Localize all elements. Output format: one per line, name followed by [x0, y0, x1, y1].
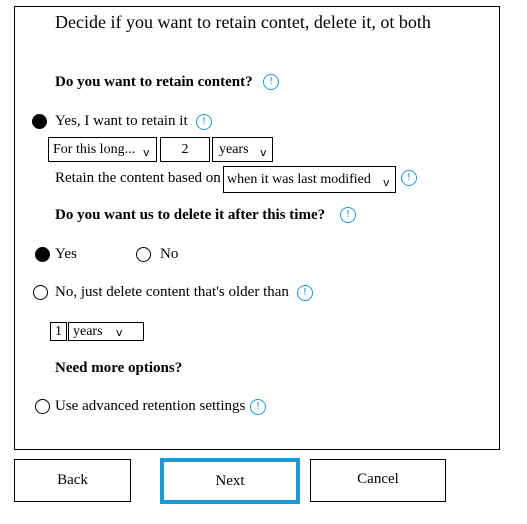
retain-unit-dropdown-value: years	[219, 142, 249, 157]
retain-period-value-input[interactable]: 2	[160, 137, 210, 162]
retention-dialog	[14, 6, 500, 450]
info-icon[interactable]: !	[340, 207, 356, 223]
next-button[interactable]: Next	[160, 458, 300, 504]
based-on-label: Retain the content based on	[55, 170, 221, 186]
info-icon[interactable]: !	[263, 74, 279, 90]
based-on-dropdown-value: when it was last modified	[227, 172, 371, 187]
delete-only-label: No, just delete content that's older tha…	[55, 284, 289, 300]
based-on-dropdown[interactable]: when it was last modified v	[223, 166, 396, 193]
info-icon[interactable]: !	[250, 399, 266, 415]
info-icon[interactable]: !	[297, 285, 313, 301]
retain-period-dropdown-value: For this long...	[53, 142, 136, 157]
retain-yes-label: Yes, I want to retain it	[55, 113, 188, 129]
chevron-down-icon: v	[383, 176, 390, 189]
delete-after-no-radio[interactable]	[136, 247, 151, 262]
retain-unit-dropdown[interactable]: years v	[212, 137, 273, 162]
delete-after-yes-label: Yes	[55, 246, 77, 262]
retain-heading: Do you want to retain content?	[55, 74, 253, 90]
delete-after-no-label: No	[160, 246, 179, 262]
cancel-button[interactable]: Cancel	[310, 459, 446, 502]
chevron-down-icon: v	[143, 146, 150, 159]
advanced-settings-label: Use advanced retention settings	[55, 398, 246, 414]
info-icon[interactable]: !	[401, 170, 417, 186]
delete-only-unit-value: years	[73, 324, 103, 339]
delete-only-unit-dropdown[interactable]: years v	[68, 322, 144, 341]
info-icon[interactable]: !	[196, 114, 212, 130]
delete-only-radio[interactable]	[33, 285, 48, 300]
dialog-title: Decide if you want to retain contet, del…	[55, 12, 431, 32]
advanced-settings-radio[interactable]	[35, 399, 50, 414]
chevron-down-icon: v	[260, 146, 267, 159]
delete-only-value-input[interactable]: 1	[50, 322, 67, 341]
more-options-heading: Need more options?	[55, 360, 183, 376]
delete-after-heading: Do you want us to delete it after this t…	[55, 207, 326, 223]
delete-after-yes-radio[interactable]	[35, 247, 50, 262]
retain-period-dropdown[interactable]: For this long... v	[48, 137, 157, 162]
chevron-down-icon: v	[116, 326, 123, 339]
back-button[interactable]: Back	[14, 459, 131, 502]
retain-yes-radio[interactable]	[32, 114, 47, 129]
